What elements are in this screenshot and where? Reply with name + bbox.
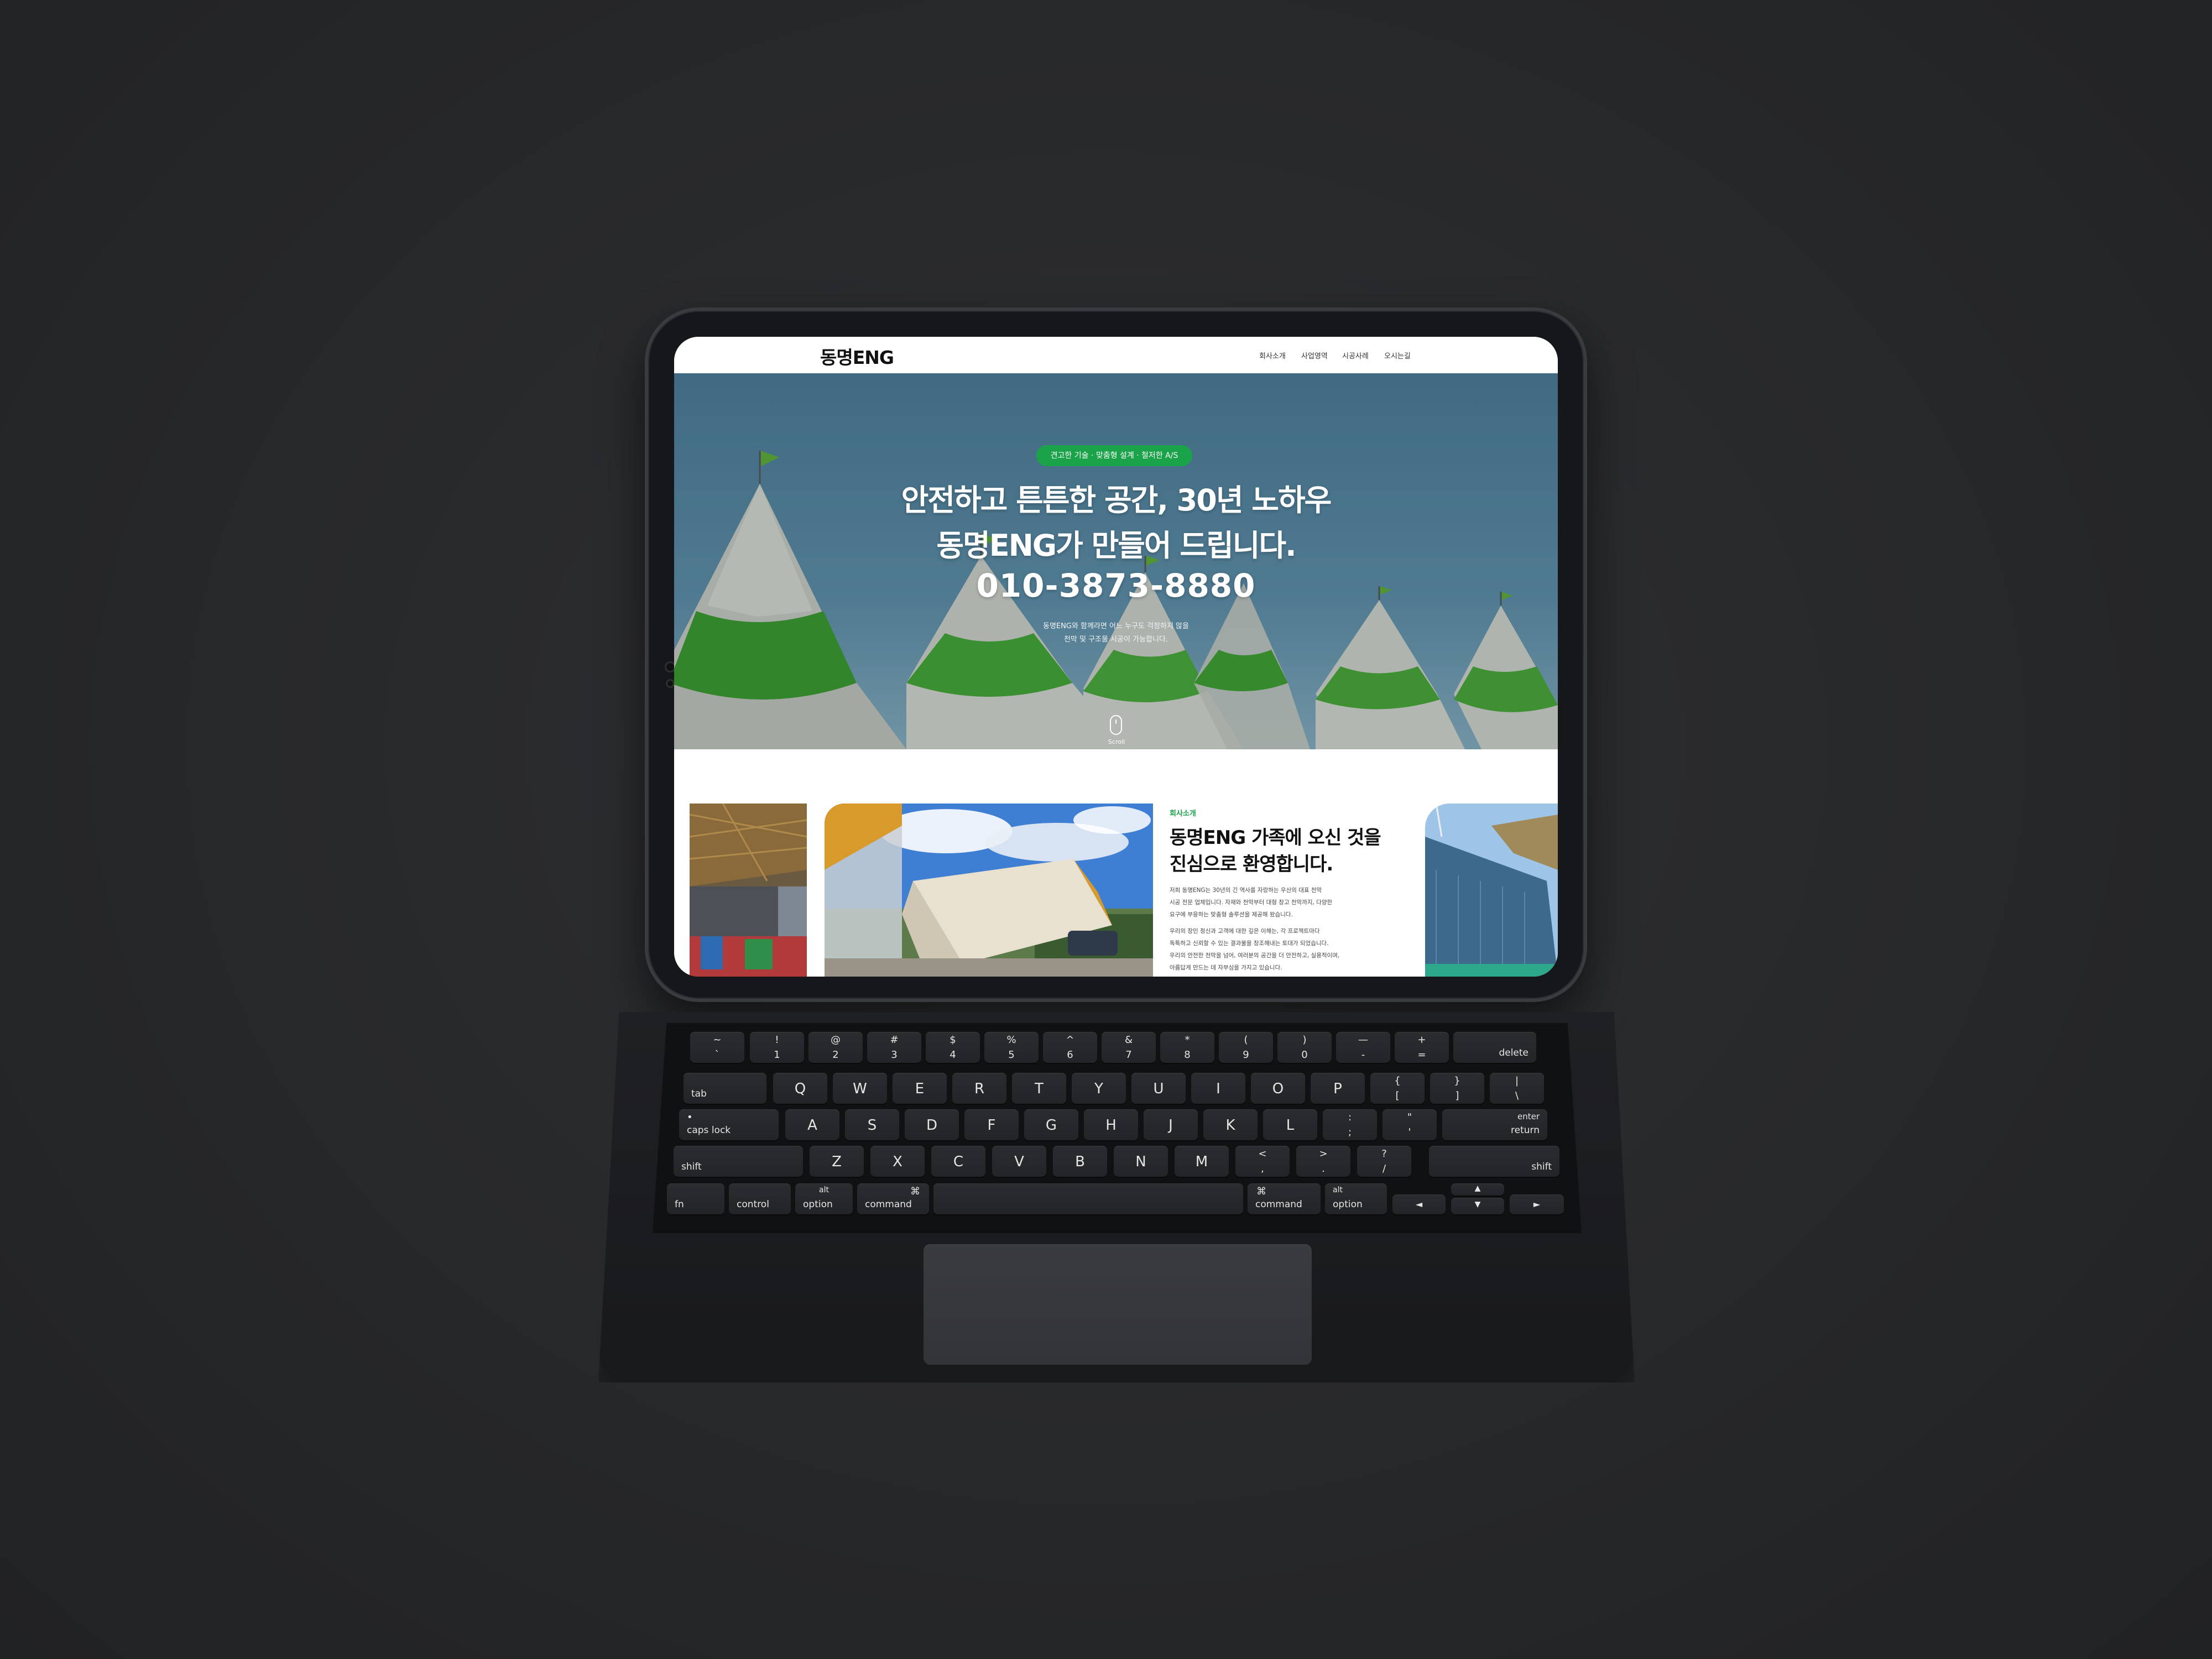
key-2[interactable]: @2 <box>808 1032 863 1063</box>
key-backtick[interactable]: ~ ` <box>690 1032 744 1063</box>
site-logo[interactable]: 동명ENG <box>820 343 894 369</box>
key-9[interactable]: (9 <box>1219 1032 1273 1063</box>
about-para2-line4: 아름답게 만드는 데 자부심을 가지고 있습니다. <box>1170 964 1282 971</box>
key-t[interactable]: T <box>1012 1073 1066 1104</box>
key-y[interactable]: Y <box>1072 1073 1126 1104</box>
key-a[interactable]: A <box>785 1109 839 1140</box>
key-delete[interactable]: delete <box>1453 1032 1536 1063</box>
key-command-left[interactable]: ⌘ command <box>857 1183 929 1214</box>
key-space[interactable] <box>933 1183 1243 1214</box>
hero-subtext-line1: 동명ENG와 함께라면 어느 누구도 걱정하지 않을 <box>1043 622 1189 630</box>
key-tab[interactable]: tab <box>684 1073 766 1104</box>
scroll-label: Scroll <box>1108 738 1125 745</box>
tablet-screen: 동명ENG 회사소개 사업영역 시공사례 오시는길 견고한 기술 · 맞춤형 설… <box>674 337 1558 977</box>
hero-section: 견고한 기술 · 맞춤형 설계 · 철저한 A/S 안전하고 튼튼한 공간, 3… <box>674 373 1558 749</box>
hero-subtext-line2: 천막 및 구조물 시공이 가능합니다. <box>1063 635 1168 644</box>
key-equals[interactable]: + = <box>1395 1032 1449 1063</box>
key-slash[interactable]: ? / <box>1357 1146 1411 1177</box>
about-title-line2: 진심으로 환영합니다. <box>1170 853 1333 875</box>
key-c[interactable]: C <box>931 1146 985 1177</box>
key-period[interactable]: >. <box>1296 1146 1350 1177</box>
key-q[interactable]: Q <box>773 1073 827 1104</box>
key-fn[interactable]: fn <box>667 1183 724 1214</box>
key-caps-lock[interactable]: • caps lock <box>679 1109 779 1140</box>
key-e[interactable]: E <box>893 1073 947 1104</box>
key-f[interactable]: F <box>964 1109 1019 1140</box>
arrow-down-key[interactable]: ▼ <box>1451 1198 1504 1214</box>
key-m[interactable]: M <box>1175 1146 1229 1177</box>
key-1[interactable]: ! 1 <box>750 1032 804 1063</box>
key-i[interactable]: I <box>1191 1073 1245 1104</box>
key-comma[interactable]: <, <box>1235 1146 1290 1177</box>
nav-item-business[interactable]: 사업영역 <box>1301 350 1328 361</box>
key-s[interactable]: S <box>845 1109 899 1140</box>
about-para2-line2: 독특하고 신뢰할 수 있는 결과물을 창조해내는 토대가 되었습니다. <box>1170 940 1329 947</box>
about-section: 회사소개 동명ENG 가족에 오신 것을 진심으로 환영합니다. 저희 동명EN… <box>674 749 1558 977</box>
key-minus[interactable]: — - <box>1336 1032 1390 1063</box>
key-w[interactable]: W <box>833 1073 887 1104</box>
key-j[interactable]: J <box>1144 1109 1198 1140</box>
nav-item-cases[interactable]: 시공사례 <box>1342 350 1369 361</box>
key-z[interactable]: Z <box>810 1146 864 1177</box>
key-b[interactable]: B <box>1053 1146 1107 1177</box>
about-paragraph-1: 저희 동명ENG는 30년의 긴 역사를 자랑하는 우산의 대표 천막 시공 전… <box>1170 884 1352 921</box>
key-x[interactable]: X <box>870 1146 925 1177</box>
tablet-device: 동명ENG 회사소개 사업영역 시공사례 오시는길 견고한 기술 · 맞춤형 설… <box>645 307 1587 1002</box>
key-shift-left[interactable]: shift <box>674 1146 803 1177</box>
key-left-bracket[interactable]: {[ <box>1370 1073 1425 1104</box>
key-return[interactable]: enter return <box>1442 1109 1547 1140</box>
key-r[interactable]: R <box>952 1073 1006 1104</box>
nav-item-company[interactable]: 회사소개 <box>1259 350 1286 361</box>
key-o[interactable]: O <box>1251 1073 1305 1104</box>
key-n[interactable]: N <box>1114 1146 1168 1177</box>
key-7[interactable]: & 7 <box>1102 1032 1156 1063</box>
key-backslash[interactable]: | \ <box>1490 1073 1544 1104</box>
arrow-left-key[interactable]: ◄ <box>1392 1194 1446 1214</box>
key-option-right[interactable]: alt option <box>1325 1183 1387 1214</box>
gallery-photo-warehouse-tent[interactable] <box>1425 804 1558 977</box>
key-g[interactable]: G <box>1024 1109 1078 1140</box>
key-6[interactable]: ^ 6 <box>1043 1032 1097 1063</box>
key-option-left[interactable]: alt option <box>795 1183 853 1214</box>
key-control[interactable]: control <box>729 1183 791 1214</box>
trackpad[interactable] <box>924 1244 1312 1365</box>
hero-badge: 견고한 기술 · 맞춤형 설계 · 철저한 A/S <box>1036 445 1192 466</box>
hero-phone[interactable]: 010-3873-8880 <box>674 567 1558 604</box>
about-para1-line3: 요구에 부응하는 맞춤형 솔루션을 제공해 왔습니다. <box>1170 911 1293 918</box>
key-semicolon[interactable]: :; <box>1323 1109 1377 1140</box>
key-l[interactable]: L <box>1263 1109 1317 1140</box>
about-paragraph-2: 우리의 장인 정신과 고객에 대한 깊은 이해는, 각 프로젝트마다 독특하고 … <box>1170 925 1352 974</box>
key-command-right[interactable]: ⌘ command <box>1248 1183 1321 1214</box>
about-para2-line1: 우리의 장인 정신과 고객에 대한 깊은 이해는, 각 프로젝트마다 <box>1170 928 1320 935</box>
arrow-right-key[interactable]: ► <box>1510 1194 1564 1214</box>
sensor-icon <box>666 679 675 688</box>
about-para1-line1: 저희 동명ENG는 30년의 긴 역사를 자랑하는 우산의 대표 천막 <box>1170 887 1322 894</box>
about-tag: 회사소개 <box>1170 810 1196 818</box>
key-u[interactable]: U <box>1131 1073 1186 1104</box>
key-3[interactable]: #3 <box>867 1032 921 1063</box>
key-4[interactable]: $4 <box>926 1032 980 1063</box>
key-p[interactable]: P <box>1311 1073 1365 1104</box>
scroll-mouse-icon[interactable] <box>1110 715 1122 735</box>
gallery-photo-warehouse[interactable] <box>690 804 807 977</box>
key-d[interactable]: D <box>905 1109 959 1140</box>
nav-item-location[interactable]: 오시는길 <box>1384 350 1411 361</box>
key-shift-right[interactable]: shift <box>1429 1146 1559 1177</box>
hero-title-line1: 안전하고 튼튼한 공간, 30년 노하우 <box>901 483 1332 518</box>
key-8[interactable]: * 8 <box>1160 1032 1214 1063</box>
about-para2-line3: 우리의 안전한 천막을 넘어, 여러분의 공간을 더 안전하고, 실용적이며, <box>1170 952 1340 959</box>
key-quote[interactable]: " ' <box>1383 1109 1437 1140</box>
gallery-photo-glamping[interactable] <box>825 804 1153 977</box>
key-0[interactable]: ) 0 <box>1277 1032 1332 1063</box>
about-title-line1: 동명ENG 가족에 오신 것을 <box>1170 827 1381 849</box>
hero-title-line2: 동명ENG가 만들어 드립니다. <box>936 528 1296 563</box>
key-h[interactable]: H <box>1084 1109 1138 1140</box>
key-right-bracket[interactable]: }] <box>1430 1073 1484 1104</box>
arrow-up-key[interactable]: ▲ <box>1451 1183 1504 1196</box>
key-k[interactable]: K <box>1203 1109 1258 1140</box>
key-5[interactable]: % 5 <box>984 1032 1039 1063</box>
site-header: 동명ENG 회사소개 사업영역 시공사례 오시는길 <box>674 337 1558 374</box>
key-v[interactable]: V <box>992 1146 1046 1177</box>
about-para1-line2: 시공 전문 업체입니다. 자재와 천막부터 대형 창고 천막까지, 다양한 <box>1170 899 1333 906</box>
